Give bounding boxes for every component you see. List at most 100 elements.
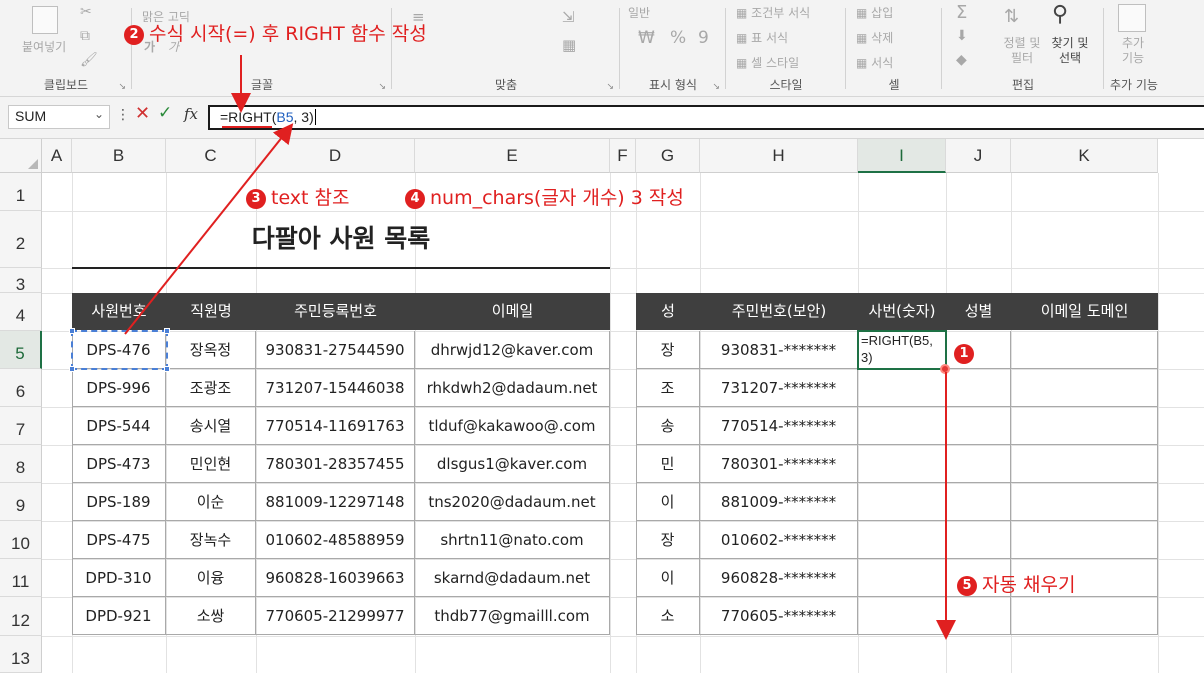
column-header-j[interactable]: J <box>946 139 1011 173</box>
right-table-cell[interactable]: 민 <box>636 445 700 483</box>
right-table-cell[interactable] <box>946 445 1011 483</box>
copy-icon[interactable]: ⧉ <box>80 28 90 44</box>
left-table-cell[interactable]: thdb77@gmailll.com <box>415 597 610 635</box>
row-header-8[interactable]: 8 <box>0 445 42 483</box>
right-table-cell[interactable]: 소 <box>636 597 700 635</box>
format-button[interactable]: ▦ 서식 <box>856 54 893 71</box>
left-table-cell[interactable]: 731207-15446038 <box>256 369 415 407</box>
right-table-cell[interactable] <box>946 407 1011 445</box>
sort-filter-icon[interactable]: ⇅ <box>1004 6 1019 27</box>
row-header-3[interactable]: 3 <box>0 268 42 294</box>
left-table-cell[interactable]: 770514-11691763 <box>256 407 415 445</box>
sort-filter-button[interactable]: 정렬 및 필터 <box>1000 36 1044 66</box>
column-header-k[interactable]: K <box>1011 139 1158 173</box>
right-table-cell[interactable]: 731207-******* <box>700 369 858 407</box>
right-table-cell[interactable]: 장 <box>636 331 700 369</box>
right-table-cell[interactable] <box>858 521 946 559</box>
column-header-d[interactable]: D <box>256 139 415 173</box>
right-table-cell[interactable]: 780301-******* <box>700 445 858 483</box>
left-table-cell[interactable]: 조광조 <box>166 369 256 407</box>
right-table-cell[interactable] <box>1011 331 1158 369</box>
left-table-cell[interactable]: rhkdwh2@dadaum.net <box>415 369 610 407</box>
left-table-cell[interactable]: DPS-544 <box>72 407 166 445</box>
more-options-icon[interactable]: ⋮ <box>116 107 130 123</box>
row-header-9[interactable]: 9 <box>0 483 42 521</box>
left-table-cell[interactable]: DPD-921 <box>72 597 166 635</box>
right-table-cell[interactable] <box>1011 445 1158 483</box>
formula-input[interactable]: =RIGHT(B5, 3) <box>208 105 1204 130</box>
left-table-cell[interactable]: 장녹수 <box>166 521 256 559</box>
currency-icon[interactable]: ₩ <box>638 28 655 48</box>
left-table-cell[interactable]: 960828-16039663 <box>256 559 415 597</box>
left-table-cell[interactable]: 민인현 <box>166 445 256 483</box>
cell-style-button[interactable]: ▦ 셀 스타일 <box>736 54 799 71</box>
right-table-cell[interactable]: 960828-******* <box>700 559 858 597</box>
right-table-cell[interactable] <box>858 445 946 483</box>
clipboard-launcher-icon[interactable]: ↘ <box>118 82 126 92</box>
left-table-cell[interactable]: shrtn11@nato.com <box>415 521 610 559</box>
left-table-cell[interactable]: dlsgus1@kaver.com <box>415 445 610 483</box>
row-header-4[interactable]: 4 <box>0 293 42 331</box>
fill-icon[interactable]: ⬇ <box>956 28 968 44</box>
right-table-cell[interactable] <box>946 483 1011 521</box>
left-table-cell[interactable]: DPS-473 <box>72 445 166 483</box>
right-table-cell[interactable] <box>946 521 1011 559</box>
column-header-g[interactable]: G <box>636 139 700 173</box>
right-table-cell[interactable]: 이 <box>636 559 700 597</box>
row-header-6[interactable]: 6 <box>0 369 42 407</box>
enter-icon[interactable]: ✓ <box>158 103 172 123</box>
column-header-f[interactable]: F <box>610 139 636 173</box>
column-header-h[interactable]: H <box>700 139 858 173</box>
format-painter-icon[interactable]: 🖌 <box>80 52 98 68</box>
right-table-cell[interactable] <box>858 559 946 597</box>
row-header-1[interactable]: 1 <box>0 173 42 211</box>
column-header-e[interactable]: E <box>415 139 610 173</box>
right-table-cell[interactable]: 930831-******* <box>700 331 858 369</box>
right-table-cell[interactable]: 이 <box>636 483 700 521</box>
left-table-cell[interactable]: skarnd@dadaum.net <box>415 559 610 597</box>
number-launcher-icon[interactable]: ↘ <box>712 82 720 92</box>
addins-button[interactable]: 추가 기능 <box>1116 36 1150 66</box>
left-table-cell[interactable]: DPD-310 <box>72 559 166 597</box>
row-header-2[interactable]: 2 <box>0 211 42 268</box>
row-header-13[interactable]: 13 <box>0 636 42 673</box>
clear-icon[interactable]: ◆ <box>956 52 967 68</box>
left-table-cell[interactable]: 이순 <box>166 483 256 521</box>
left-table-cell[interactable]: 780301-28357455 <box>256 445 415 483</box>
left-table-cell[interactable]: 소쌍 <box>166 597 256 635</box>
delete-button[interactable]: ▦ 삭제 <box>856 29 893 46</box>
left-table-cell[interactable]: DPS-475 <box>72 521 166 559</box>
right-table-cell[interactable] <box>1011 521 1158 559</box>
left-table-cell[interactable]: 770605-21299977 <box>256 597 415 635</box>
autosum-icon[interactable]: Σ <box>956 2 967 23</box>
alignment-launcher-icon[interactable]: ↘ <box>606 82 614 92</box>
number-format-select[interactable]: 일반 <box>628 4 650 21</box>
column-header-c[interactable]: C <box>166 139 256 173</box>
sheet-title[interactable]: 다팔아 사원 목록 <box>72 220 610 269</box>
left-table-cell[interactable]: 930831-27544590 <box>256 331 415 369</box>
left-table-cell[interactable]: DPS-996 <box>72 369 166 407</box>
right-table-cell[interactable] <box>858 369 946 407</box>
left-table-cell[interactable]: 송시열 <box>166 407 256 445</box>
fill-handle[interactable] <box>940 364 950 374</box>
select-all-button[interactable] <box>0 139 42 173</box>
referenced-cell-b5[interactable] <box>69 328 170 372</box>
row-header-5[interactable]: 5 <box>0 331 42 369</box>
merge-icon[interactable]: ▦ <box>562 36 576 54</box>
right-table-cell[interactable]: 조 <box>636 369 700 407</box>
row-header-10[interactable]: 10 <box>0 521 42 559</box>
insert-button[interactable]: ▦ 삽입 <box>856 4 893 21</box>
left-table-cell[interactable]: 장옥정 <box>166 331 256 369</box>
right-table-cell[interactable]: 770514-******* <box>700 407 858 445</box>
cut-icon[interactable]: ✂ <box>80 4 92 20</box>
column-header-a[interactable]: A <box>42 139 72 173</box>
font-launcher-icon[interactable]: ↘ <box>378 82 386 92</box>
right-table-cell[interactable] <box>946 597 1011 635</box>
right-table-cell[interactable] <box>946 369 1011 407</box>
insert-function-icon[interactable]: fx <box>184 105 198 123</box>
right-table-cell[interactable] <box>858 483 946 521</box>
find-select-button[interactable]: 찾기 및 선택 <box>1048 36 1092 66</box>
find-icon[interactable]: ⚲ <box>1052 2 1068 27</box>
left-table-cell[interactable]: dhrwjd12@kaver.com <box>415 331 610 369</box>
chevron-down-icon[interactable]: ⌄ <box>94 107 104 121</box>
